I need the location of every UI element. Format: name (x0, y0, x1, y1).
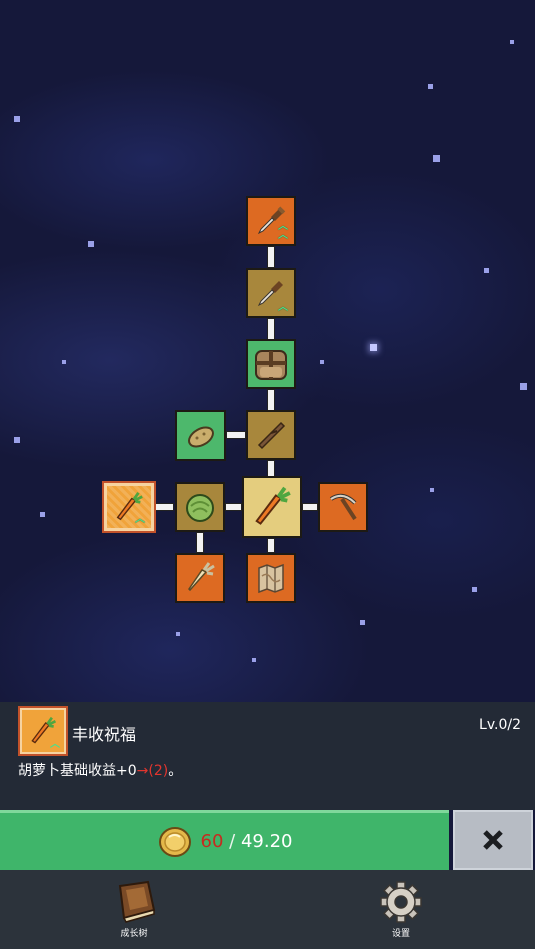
skill-node-sweet-potato[interactable] (175, 410, 226, 461)
nav-growth-tree-label: 成长树 (120, 929, 148, 939)
skill-node-shovel-upgrade[interactable]: ︿ ︿ (246, 196, 296, 246)
nav-settings-label: 设置 (391, 929, 410, 939)
skill-node-parsnip[interactable] (175, 553, 225, 603)
bottom-nav (0, 870, 535, 949)
upgrade-badge-icon: ︿ ︿ (278, 221, 288, 241)
coin-balance: 49.20 (240, 831, 293, 852)
close-icon (483, 830, 503, 850)
upgrade-badge-icon: ︿ (135, 514, 145, 525)
map-icon (258, 563, 284, 594)
tree-connector (154, 503, 174, 511)
nav-growth-tree[interactable]: 成长树 (104, 880, 164, 942)
carrot-icon (255, 486, 291, 525)
close-button[interactable] (453, 810, 533, 870)
skill-node-stick[interactable] (246, 410, 296, 460)
tree-connector (226, 431, 246, 439)
backpack-icon (255, 350, 287, 380)
gear-icon (380, 881, 422, 923)
upgrade-button[interactable]: 60 / 49.20 (0, 810, 449, 870)
upgrade-badge-icon: ︿ (278, 302, 288, 313)
potato-icon (187, 426, 214, 447)
skill-info-panel (0, 702, 535, 810)
description-text: 胡萝卜基础收益+0 (18, 763, 137, 779)
parsnip-icon (188, 562, 215, 592)
description-suffix: 。 (168, 763, 183, 779)
book-icon (118, 880, 156, 923)
skill-node-carrot-blessing[interactable]: ︿ (102, 481, 156, 533)
tree-connector (267, 389, 275, 411)
skill-node-carrot-center[interactable] (242, 476, 302, 538)
pickaxe-icon (329, 493, 357, 521)
description-next-value: (2) (148, 763, 169, 779)
selected-skill-icon: ︿ (18, 706, 68, 756)
skill-description: 胡萝卜基础收益+0→(2)。 (18, 760, 182, 780)
nav-settings[interactable]: 设置 (371, 880, 431, 942)
skill-node-cabbage[interactable] (175, 482, 225, 532)
skill-node-shovel[interactable]: ︿ (246, 268, 296, 318)
tree-connector (225, 503, 242, 511)
coin-icon (158, 826, 191, 857)
description-arrow: → (136, 763, 149, 779)
skill-level: Lv.0/2 (479, 717, 521, 733)
cost-separator: / (223, 831, 241, 852)
tree-connector (196, 532, 204, 553)
tree-connector (267, 318, 275, 340)
tree-connector (302, 503, 318, 511)
skill-title: 丰收祝福 (72, 725, 137, 744)
tree-connector (267, 246, 275, 268)
upgrade-badge-icon: ︿ (50, 739, 60, 750)
stick-icon (257, 421, 286, 450)
skill-node-map[interactable] (246, 553, 296, 603)
tree-connector (267, 538, 275, 553)
upgrade-cost: 60 (200, 831, 224, 852)
skill-node-pickaxe[interactable] (318, 482, 368, 532)
cabbage-icon (186, 494, 214, 522)
skill-node-backpack[interactable] (246, 339, 296, 389)
